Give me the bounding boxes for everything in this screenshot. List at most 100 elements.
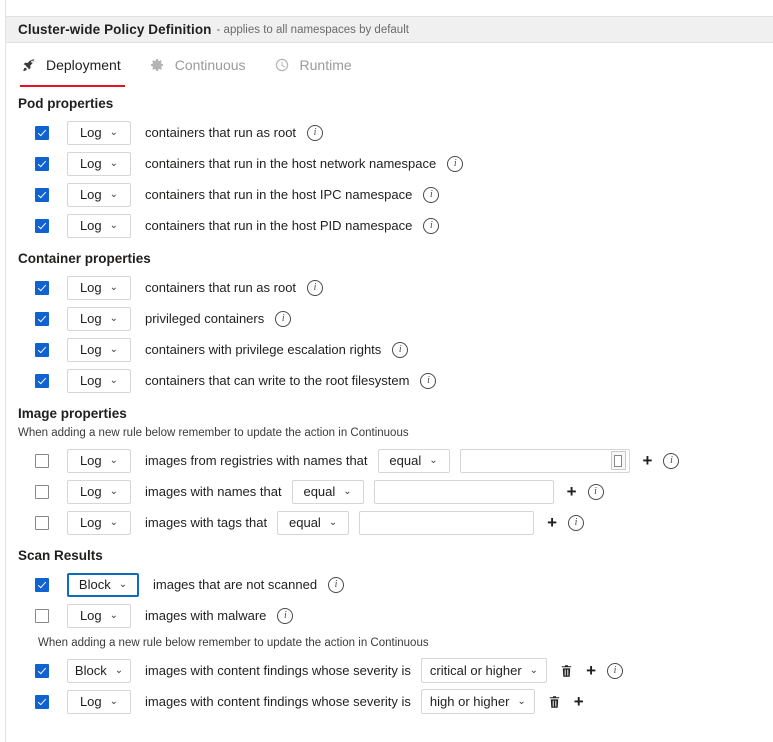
delete-rule-icon[interactable] [548,695,561,709]
info-icon[interactable]: i [307,280,323,296]
page-title: Cluster-wide Policy Definition [18,22,212,37]
rule-enable-checkbox[interactable] [35,312,49,326]
policy-sections: Pod propertiesLog⌄containers that run as… [6,96,773,727]
action-select[interactable]: Log⌄ [67,338,131,362]
rule-enable-checkbox[interactable] [35,188,49,202]
operator-select-value: equal [389,453,421,468]
rule-label: containers that can write to the root fi… [145,373,409,388]
info-icon-glyph: i [588,484,604,500]
rule-enable-checkbox[interactable] [35,664,49,678]
rule-value-input[interactable] [359,511,534,535]
section-hint: When adding a new rule below remember to… [6,637,773,649]
action-select[interactable]: Log⌄ [67,511,131,535]
rule-enable-checkbox[interactable] [35,343,49,357]
severity-select[interactable]: high or higher⌄ [421,689,535,714]
action-select-value: Log [80,694,102,709]
rule-label: containers that run in the host PID name… [145,218,412,233]
rule-value-input[interactable] [460,449,630,473]
info-icon-glyph: i [447,156,463,172]
add-rule-icon[interactable]: + [574,693,584,710]
add-rule-icon[interactable]: + [567,483,577,500]
action-select-value: Block [75,663,107,678]
chevron-down-icon: ⌄ [110,221,118,231]
info-icon[interactable]: i [663,453,679,469]
rule-enable-checkbox[interactable] [35,485,49,499]
rule-label: containers that run as root [145,280,296,295]
tab-label: Continuous [175,57,246,73]
operator-select[interactable]: equal⌄ [378,449,450,473]
chevron-down-icon: ⌄ [329,518,337,528]
page-subtitle: - applies to all namespaces by default [217,24,409,36]
info-icon[interactable]: i [588,484,604,500]
action-select[interactable]: Log⌄ [67,152,131,176]
tab-continuous[interactable]: Continuous [135,50,260,80]
action-select-value: Log [80,453,102,468]
add-rule-icon[interactable]: + [643,452,653,469]
tab-label: Deployment [46,57,121,73]
action-select[interactable]: Log⌄ [67,276,131,300]
info-icon[interactable]: i [392,342,408,358]
action-select[interactable]: Log⌄ [67,307,131,331]
action-select[interactable]: Block⌄ [67,659,131,683]
info-icon[interactable]: i [607,663,623,679]
rule-enable-checkbox[interactable] [35,516,49,530]
action-select[interactable]: Log⌄ [67,449,131,473]
delete-rule-icon[interactable] [560,664,573,678]
operator-select-value: equal [289,515,321,530]
info-icon[interactable]: i [423,218,439,234]
operator-select[interactable]: equal ⌄ [277,511,349,535]
info-icon-glyph: i [423,218,439,234]
info-icon[interactable]: i [328,577,344,593]
action-select[interactable]: Block⌄ [67,573,139,597]
policy-rule-row: Log⌄privileged containersi [6,303,773,334]
rule-value-input[interactable] [374,480,554,504]
add-rule-icon[interactable]: + [586,662,596,679]
policy-rule-row: Log⌄images from registries with names th… [6,445,773,476]
action-select-value: Log [80,484,102,499]
info-icon[interactable]: i [420,373,436,389]
info-icon[interactable]: i [275,311,291,327]
rule-enable-checkbox[interactable] [35,374,49,388]
chevron-down-icon: ⌄ [110,190,118,200]
rule-enable-checkbox[interactable] [35,126,49,140]
severity-select[interactable]: critical or higher⌄ [421,658,547,683]
rule-enable-checkbox[interactable] [35,281,49,295]
chevron-down-icon: ⌄ [110,487,118,497]
policy-section: Container propertiesLog⌄containers that … [6,251,773,396]
info-icon[interactable]: i [447,156,463,172]
policy-rule-row: Log⌄images with names thatequal⌄+i [6,476,773,507]
operator-select[interactable]: equal⌄ [292,480,364,504]
rule-enable-checkbox[interactable] [35,454,49,468]
policy-rule-row: Log⌄ containers that run as root i [6,272,773,303]
action-select[interactable]: Log⌄ [67,690,131,714]
rule-label: images that are not scanned [153,577,317,592]
info-icon-glyph: i [663,453,679,469]
action-select-value: Log [80,280,102,295]
action-select[interactable]: Log⌄ [67,183,131,207]
action-select-value: Log [80,608,102,623]
action-select[interactable]: Log ⌄ [67,480,131,504]
action-select[interactable]: Log⌄ [67,121,131,145]
rule-enable-checkbox[interactable] [35,578,49,592]
action-select-value: Log [80,311,102,326]
action-select[interactable]: Log⌄ [67,214,131,238]
policy-rule-row: Log⌄images with tags thatequal⌄+i [6,507,773,538]
info-icon[interactable]: i [423,187,439,203]
tab-deployment[interactable]: Deployment [6,50,135,80]
value-picker-icon[interactable] [611,451,626,470]
action-select[interactable]: Log⌄ [67,604,131,628]
rule-enable-checkbox[interactable] [35,695,49,709]
rule-enable-checkbox[interactable] [35,609,49,623]
tab-runtime[interactable]: Runtime [260,50,366,80]
info-icon[interactable]: i [568,515,584,531]
info-icon-glyph: i [420,373,436,389]
section-title: Pod properties [6,96,773,111]
rule-enable-checkbox[interactable] [35,219,49,233]
rule-enable-checkbox[interactable] [35,157,49,171]
section-title: Image properties [6,406,773,421]
action-select-value: Block [79,577,111,592]
info-icon[interactable]: i [307,125,323,141]
info-icon[interactable]: i [277,608,293,624]
action-select[interactable]: Log⌄ [67,369,131,393]
add-rule-icon[interactable]: + [547,514,557,531]
